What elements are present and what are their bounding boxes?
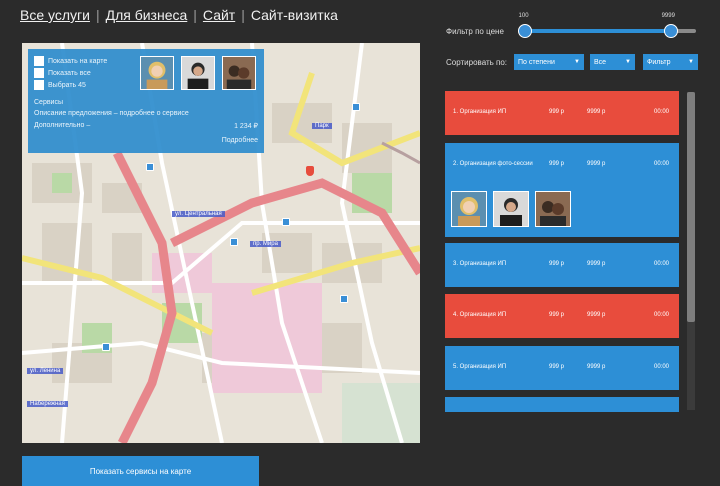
avatar-icon[interactable] <box>535 191 571 227</box>
item-price-from: 999 р <box>549 364 565 370</box>
list-item[interactable]: 5. Организация ИП 999 р 9999 р 00:00 <box>445 346 679 390</box>
more-link[interactable]: Подробнее <box>222 137 258 144</box>
item-title: 1. Организация ИП <box>453 109 507 115</box>
option-row[interactable]: Выбрать 45 <box>34 80 86 90</box>
list-item[interactable]: 4. Организация ИП 999 р 9999 р 00:00 <box>445 294 679 338</box>
nav-current-page: Сайт-визитка <box>250 7 338 23</box>
option-row[interactable]: Показать на карте <box>34 56 107 66</box>
map-street-label: Набережная <box>27 401 68 407</box>
item-time: 00:00 <box>653 109 669 115</box>
map-marker-icon[interactable] <box>340 295 348 303</box>
avatar-icon[interactable] <box>181 56 215 90</box>
item-title: 3. Организация ИП <box>453 261 507 267</box>
item-price-from: 999 р <box>549 261 565 267</box>
results-list: 1. Организация ИП 999 р 9999 р 00:00 2. … <box>443 89 697 412</box>
sort-label: Сортировать по: <box>446 58 508 67</box>
description-line: Дополнительно – <box>34 122 91 129</box>
price-slider-fill <box>523 29 670 33</box>
slider-max-label: 9999 <box>661 13 675 19</box>
filter-select[interactable]: Фильтр ▼ <box>643 54 698 70</box>
item-price-to: 9999 р <box>587 261 606 267</box>
select-value: По степени <box>518 58 555 66</box>
item-price-to: 9999 р <box>587 312 606 318</box>
price-value: 1 234 ₽ <box>234 123 258 130</box>
checkbox-icon[interactable] <box>34 56 44 66</box>
nav-separator: | <box>241 7 245 23</box>
item-price-to: 9999 р <box>587 109 606 115</box>
category-select[interactable]: Все ▼ <box>590 54 635 70</box>
list-scrollbar[interactable] <box>687 92 695 410</box>
checkbox-icon[interactable] <box>34 68 44 78</box>
description-line: Описание предложения – подробнее о серви… <box>34 110 189 117</box>
option-row[interactable]: Показать все <box>34 68 91 78</box>
map-marker-icon[interactable] <box>146 163 154 171</box>
nav-link-all-services[interactable]: Все услуги <box>20 7 90 23</box>
show-services-button[interactable]: Показать сервисы на карте <box>22 456 259 486</box>
caret-down-icon: ▼ <box>688 59 694 65</box>
select-value: Все <box>594 58 607 66</box>
item-price-to: 9999 р <box>587 364 606 370</box>
section-title: Сервисы <box>34 99 64 106</box>
slider-min-handle[interactable] <box>517 24 532 38</box>
checkbox-icon[interactable] <box>34 80 44 90</box>
item-time: 00:00 <box>653 261 669 267</box>
option-label: Показать на карте <box>48 57 108 65</box>
nav-link-site[interactable]: Сайт <box>203 7 235 23</box>
map-marker-icon[interactable] <box>102 343 110 351</box>
item-price-to: 9999 р <box>587 161 606 167</box>
item-time: 00:00 <box>653 161 669 167</box>
avatar-icon[interactable] <box>493 191 529 227</box>
select-value: Фильтр <box>647 58 671 66</box>
caret-down-icon: ▼ <box>625 59 631 65</box>
item-price-from: 999 р <box>549 109 565 115</box>
map-street-label: ул. Ленина <box>27 368 64 374</box>
option-label: Выбрать 45 <box>48 81 86 89</box>
map-pin-icon[interactable] <box>306 166 314 176</box>
caret-down-icon: ▼ <box>574 59 580 65</box>
list-item[interactable]: 3. Организация ИП 999 р 9999 р 00:00 <box>445 243 679 287</box>
item-title: 4. Организация ИП <box>453 312 507 318</box>
nav-link-business[interactable]: Для бизнеса <box>106 7 188 23</box>
sort-select[interactable]: По степени ▼ <box>514 54 584 70</box>
slider-max-handle[interactable] <box>663 24 678 38</box>
item-price-from: 999 р <box>549 161 565 167</box>
list-item[interactable]: 2. Организация фото-сессии 999 р 9999 р … <box>445 143 679 237</box>
list-item[interactable] <box>445 397 679 412</box>
nav-separator: | <box>193 7 197 23</box>
map-street-label: Парк <box>312 123 332 129</box>
avatar-icon[interactable] <box>222 56 256 90</box>
avatar-icon[interactable] <box>451 191 487 227</box>
map-marker-icon[interactable] <box>282 218 290 226</box>
map-marker-icon[interactable] <box>230 238 238 246</box>
item-time: 00:00 <box>653 312 669 318</box>
item-avatar-group <box>451 191 571 227</box>
map-street-label: ул. Центральная <box>172 211 225 217</box>
item-title: 2. Организация фото-сессии <box>453 161 533 167</box>
map-marker-icon[interactable] <box>352 103 360 111</box>
map-street-label: пр. Мира <box>250 241 281 247</box>
avatar-group <box>140 56 256 90</box>
item-price-from: 999 р <box>549 312 565 318</box>
scrollbar-thumb[interactable] <box>687 92 695 322</box>
nav-separator: | <box>95 7 100 23</box>
map-info-panel: Показать на карте Показать все Выбрать 4… <box>28 49 264 153</box>
item-time: 00:00 <box>653 364 669 370</box>
price-filter-label: Фильтр по цене <box>446 27 504 36</box>
breadcrumb-nav: Все услуги | Для бизнеса | Сайт | Сайт-в… <box>20 4 338 26</box>
option-label: Показать все <box>48 69 91 77</box>
item-title: 5. Организация ИП <box>453 364 507 370</box>
list-item[interactable]: 1. Организация ИП 999 р 9999 р 00:00 <box>445 91 679 135</box>
avatar-icon[interactable] <box>140 56 174 90</box>
slider-min-label: 100 <box>518 13 529 19</box>
